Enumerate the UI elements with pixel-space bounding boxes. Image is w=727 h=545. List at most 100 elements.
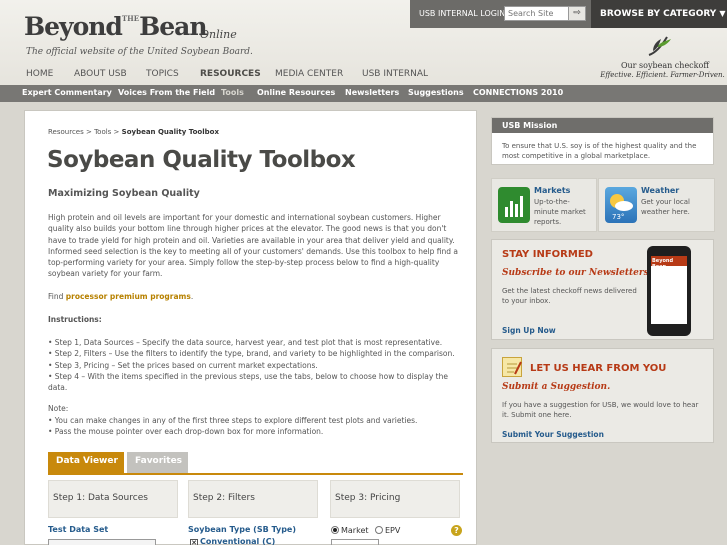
nav-resources[interactable]: RESOURCES xyxy=(200,69,261,79)
breadcrumb-separator: > xyxy=(111,128,122,136)
pricing-input[interactable] xyxy=(331,539,379,545)
step-filters: Step 2: Filters xyxy=(188,480,318,518)
checkoff-title: Our soybean checkoff xyxy=(620,61,710,70)
radio-unselected-icon xyxy=(375,526,383,534)
phone-image: Beyond Bean xyxy=(647,246,691,336)
step-pricing: Step 3: Pricing xyxy=(330,480,460,518)
tab-divider xyxy=(48,473,463,475)
markets-text: Up-to-the-minute market reports. xyxy=(534,198,586,226)
tab-data-viewer[interactable]: Data Viewer xyxy=(48,452,124,473)
submit-suggestion-link[interactable]: Submit Your Suggestion xyxy=(502,430,604,439)
weather-temp: 73° xyxy=(612,213,624,221)
breadcrumb-tools[interactable]: Tools xyxy=(94,128,111,136)
subnav-newsletters[interactable]: Newsletters xyxy=(345,88,399,97)
nav-about-usb[interactable]: ABOUT USB xyxy=(74,69,127,79)
site-header: BeyondTHEBean Online The official websit… xyxy=(0,0,727,85)
suggestion-box: LET US HEAR FROM YOU Submit a Suggestion… xyxy=(491,348,714,443)
instruction-item: • Step 2, Filters – Use the filters to i… xyxy=(48,349,455,359)
find-line: Find processor premium programs. xyxy=(48,292,193,301)
market-radio[interactable]: Market xyxy=(331,526,369,535)
market-radio-label: Market xyxy=(341,526,369,535)
bar-chart-icon xyxy=(505,196,523,217)
epv-radio[interactable]: EPV xyxy=(375,526,400,535)
nav-topics[interactable]: TOPICS xyxy=(146,69,179,79)
logo-bean: Bean xyxy=(139,12,207,41)
subnav-suggestions[interactable]: Suggestions xyxy=(408,88,464,97)
checkoff-tagline: Effective. Efficient. Farmer-Driven. xyxy=(600,71,725,79)
note-item: • Pass the mouse pointer over each drop-… xyxy=(48,427,324,437)
stay-informed-box: STAY INFORMED Subscribe to our Newslette… xyxy=(491,239,714,340)
subnav-tools[interactable]: Tools xyxy=(221,88,244,97)
instruction-item: • Step 1, Data Sources – Specify the dat… xyxy=(48,338,443,347)
note-heading: Note: xyxy=(48,404,69,413)
mission-heading: USB Mission xyxy=(492,118,713,133)
subnav-voices-from-the-field[interactable]: Voices From the Field xyxy=(118,88,215,97)
search-go-button[interactable]: ⇨ xyxy=(568,6,586,21)
weather-sun-icon: 73° xyxy=(605,187,637,223)
conventional-label: Conventional (C) xyxy=(200,537,276,545)
stay-informed-subheading: Subscribe to our Newsletters. xyxy=(502,268,652,278)
radio-selected-icon xyxy=(331,526,339,534)
soybean-checkoff-logo xyxy=(648,36,671,56)
logo-online: Online xyxy=(200,28,237,41)
find-suffix: . xyxy=(190,292,194,301)
instruction-item: • Step 4 – With the items specified in t… xyxy=(48,371,448,393)
stay-informed-heading: STAY INFORMED xyxy=(502,249,593,260)
weather-tile[interactable]: 73° Weather Get your local weather here. xyxy=(598,178,715,232)
let-us-hear-heading: LET US HEAR FROM YOU xyxy=(530,363,667,374)
step-data-sources: Step 1: Data Sources xyxy=(48,480,178,518)
usb-mission-box: USB Mission To ensure that U.S. soy is o… xyxy=(491,117,714,165)
submit-suggestion-subheading: Submit a Suggestion. xyxy=(502,382,611,392)
epv-radio-label: EPV xyxy=(385,526,401,535)
utility-bar: USB INTERNAL LOGIN ⇨ xyxy=(410,0,591,28)
checkbox-checked-icon: ✕ xyxy=(190,539,198,545)
phone-brand: Beyond Bean xyxy=(651,256,687,270)
sub-nav: Expert Commentary Voices From the Field … xyxy=(0,85,727,102)
browse-label: BROWSE BY CATEGORY xyxy=(600,9,717,19)
logo-the: THE xyxy=(121,14,140,23)
test-data-set-label: Test Data Set xyxy=(48,525,109,534)
suggestion-text: If you have a suggestion for USB, we wou… xyxy=(502,401,699,419)
instructions-list: • Step 1, Data Sources – Specify the dat… xyxy=(48,337,463,393)
stay-informed-text: Get the latest checkoff news delivered t… xyxy=(502,287,637,305)
sun-icon: 73° xyxy=(610,194,633,221)
subnav-online-resources[interactable]: Online Resources xyxy=(257,88,335,97)
nav-media-center[interactable]: MEDIA CENTER xyxy=(275,69,343,79)
page-title: Soybean Quality Toolbox xyxy=(47,147,356,173)
breadcrumb-resources[interactable]: Resources xyxy=(48,128,84,136)
market-chart-icon xyxy=(498,187,530,223)
note-item: • You can make changes in any of the fir… xyxy=(48,416,418,425)
subnav-expert-commentary[interactable]: Expert Commentary xyxy=(22,88,112,97)
nav-home[interactable]: HOME xyxy=(26,69,53,79)
conventional-checkbox[interactable]: ✕ Conventional (C) xyxy=(190,537,275,545)
breadcrumb-separator: > xyxy=(83,128,95,136)
mission-text: To ensure that U.S. soy is of the highes… xyxy=(502,142,697,160)
test-data-set-select[interactable] xyxy=(48,539,156,545)
browse-by-category-button[interactable]: BROWSE BY CATEGORY ▼ xyxy=(591,0,727,28)
markets-title: Markets xyxy=(534,186,571,195)
site-logo[interactable]: BeyondTHEBean xyxy=(24,12,208,41)
logo-beyond: Beyond xyxy=(24,12,123,41)
notes-list: • You can make changes in any of the fir… xyxy=(48,415,463,438)
intro-paragraph: High protein and oil levels are importan… xyxy=(48,213,459,279)
weather-title: Weather xyxy=(641,186,680,195)
page-subtitle: Maximizing Soybean Quality xyxy=(48,188,200,199)
processor-premium-programs-link[interactable]: processor premium programs xyxy=(66,292,191,301)
breadcrumb-current: Soybean Quality Toolbox xyxy=(121,128,219,136)
nav-usb-internal[interactable]: USB INTERNAL xyxy=(362,69,428,79)
search-input[interactable] xyxy=(504,6,569,21)
main-content: Resources > Tools > Soybean Quality Tool… xyxy=(24,110,477,545)
find-prefix: Find xyxy=(48,292,66,301)
markets-tile[interactable]: Markets Up-to-the-minute market reports. xyxy=(491,178,597,232)
phone-screen: Beyond Bean xyxy=(651,256,687,324)
breadcrumb: Resources > Tools > Soybean Quality Tool… xyxy=(48,128,219,136)
subnav-connections-2010[interactable]: CONNECTIONS 2010 xyxy=(473,88,563,97)
usb-internal-login-link[interactable]: USB INTERNAL LOGIN xyxy=(419,9,505,18)
instruction-item: • Step 3, Pricing – Set the prices based… xyxy=(48,360,318,370)
help-icon[interactable]: ? xyxy=(451,525,462,536)
tab-favorites[interactable]: Favorites xyxy=(127,452,188,473)
sign-up-now-link[interactable]: Sign Up Now xyxy=(502,326,556,335)
note-icon xyxy=(507,361,522,375)
chevron-down-icon: ▼ xyxy=(719,9,726,18)
instructions-heading: Instructions: xyxy=(48,315,102,324)
